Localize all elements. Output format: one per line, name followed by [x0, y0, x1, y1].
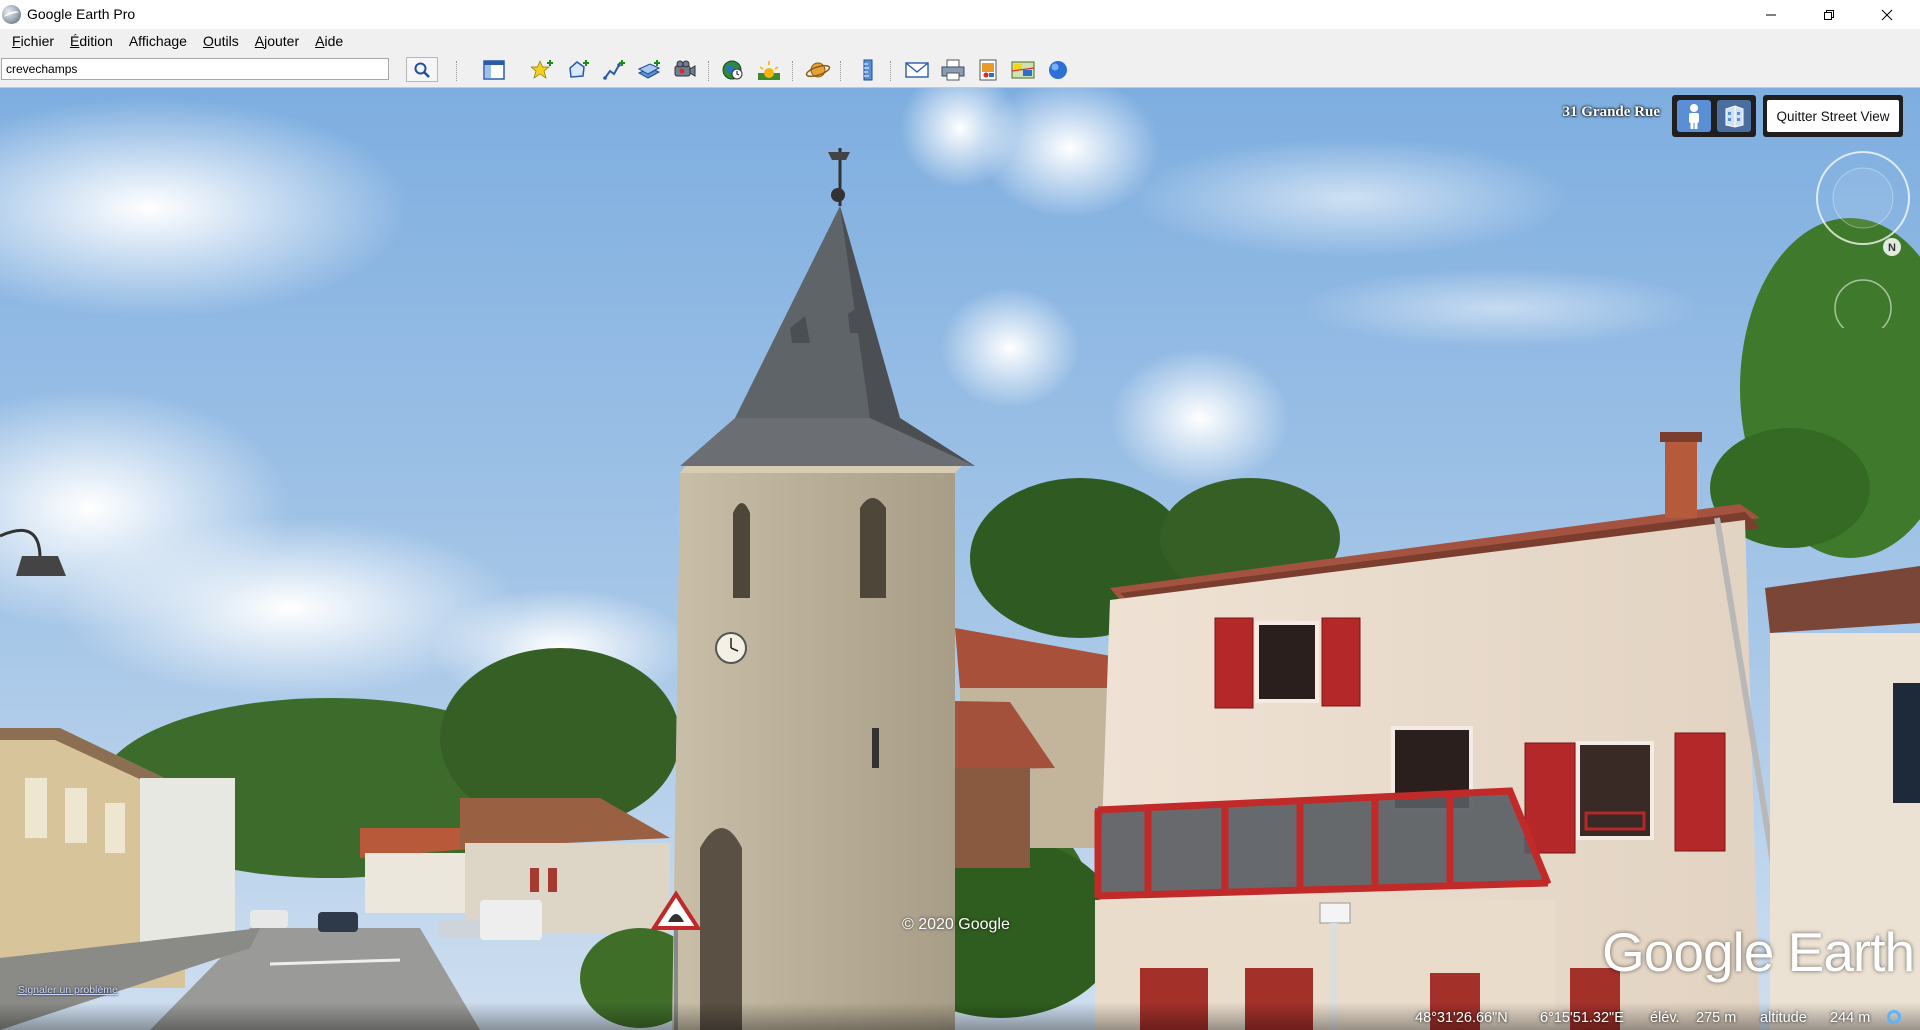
toolbar	[0, 53, 1920, 88]
historical-imagery-button[interactable]	[718, 57, 748, 83]
placemark-add-icon	[531, 60, 553, 79]
elevation-label: élév.	[1650, 1010, 1680, 1026]
print-button[interactable]	[938, 57, 968, 83]
add-polygon-button[interactable]	[564, 57, 594, 83]
latitude-readout: 48°31'26.66"N	[1415, 1010, 1508, 1026]
google-earth-watermark: Google Earth	[1602, 921, 1915, 983]
add-placemark-button[interactable]	[528, 57, 558, 83]
minimize-icon	[1766, 14, 1776, 15]
sidebar-icon	[483, 60, 505, 80]
close-icon	[1881, 9, 1893, 20]
report-problem-link[interactable]: Signaler un problème	[18, 984, 118, 996]
globe-icon	[1049, 61, 1067, 79]
sunlight-icon	[758, 61, 780, 80]
historical-imagery-icon	[722, 60, 743, 80]
ruler-icon	[863, 59, 873, 81]
restore-icon	[1824, 9, 1834, 20]
pegman-icon	[1689, 104, 1699, 129]
print-icon	[941, 59, 965, 81]
email-button[interactable]	[902, 57, 932, 83]
sign-in-button[interactable]	[1043, 57, 1073, 83]
street-view-viewport[interactable]: 31 Grande Rue Quitter Street View N © 20…	[0, 88, 1920, 1030]
window-title: Google Earth Pro	[27, 6, 136, 22]
sidebar-toggle-button[interactable]	[479, 57, 509, 83]
menu-aide[interactable]: Aide	[309, 30, 349, 52]
menu-bar: Fichier Édition Affichage Outils Ajouter…	[0, 29, 1920, 53]
status-bar: 48°31'26.66"N 6°15'51.32"E élév. 275 m a…	[0, 1002, 1920, 1030]
menu-fichier[interactable]: Fichier	[6, 30, 60, 52]
search-input[interactable]	[1, 58, 389, 80]
minimize-button[interactable]	[1742, 0, 1800, 29]
elevation-readout: 275 m	[1696, 1010, 1737, 1026]
save-image-icon	[979, 59, 997, 81]
street-view-scene	[0, 88, 1920, 1030]
sunlight-button[interactable]	[754, 57, 784, 83]
close-button[interactable]	[1858, 0, 1916, 29]
image-overlay-add-icon	[638, 60, 661, 79]
add-path-button[interactable]	[600, 57, 630, 83]
altitude-readout: 244 m	[1830, 1010, 1871, 1026]
ruler-button[interactable]	[853, 57, 883, 83]
building-icon	[1725, 105, 1744, 128]
tour-record-icon	[674, 60, 696, 77]
polygon-add-icon	[569, 60, 589, 78]
title-bar: Google Earth Pro	[0, 0, 1920, 29]
compass-north-label: N	[1888, 242, 1896, 254]
imagery-copyright: © 2020 Google	[902, 916, 1010, 933]
search-icon	[414, 62, 430, 78]
toolbar-separator	[890, 61, 892, 81]
quit-street-view-container: Quitter Street View	[1763, 95, 1903, 137]
search-button[interactable]	[406, 57, 438, 82]
menu-ajouter[interactable]: Ajouter	[249, 30, 305, 52]
navigation-control[interactable]: N	[1815, 148, 1915, 328]
toolbar-separator	[840, 61, 842, 81]
menu-edition[interactable]: Édition	[64, 30, 119, 52]
menu-affichage[interactable]: Affichage	[123, 30, 193, 52]
view-in-maps-button[interactable]	[1008, 57, 1038, 83]
toolbar-separator	[792, 61, 794, 81]
add-image-overlay-button[interactable]	[635, 57, 665, 83]
save-image-button[interactable]	[973, 57, 1003, 83]
street-view-mode-button[interactable]	[1677, 100, 1711, 132]
streaming-progress-icon	[1887, 1010, 1901, 1024]
menu-outils[interactable]: Outils	[197, 30, 245, 52]
toolbar-separator	[708, 61, 710, 81]
longitude-readout: 6°15'51.32"E	[1540, 1010, 1624, 1026]
email-icon	[905, 62, 929, 78]
move-joystick-ring	[1834, 279, 1892, 328]
planets-button[interactable]	[803, 57, 833, 83]
altitude-label: altitude	[1760, 1010, 1807, 1026]
google-earth-app-icon	[2, 5, 21, 24]
building-view-mode-button[interactable]	[1717, 100, 1751, 132]
map-icon	[1011, 61, 1035, 79]
restore-button[interactable]	[1800, 0, 1858, 29]
quit-street-view-button[interactable]: Quitter Street View	[1767, 100, 1899, 132]
record-tour-button[interactable]	[670, 57, 700, 83]
view-mode-group	[1672, 95, 1756, 137]
street-address-label: 31 Grande Rue	[1562, 104, 1661, 120]
toolbar-separator	[456, 61, 458, 81]
path-add-icon	[603, 60, 625, 80]
planet-icon	[805, 62, 831, 78]
